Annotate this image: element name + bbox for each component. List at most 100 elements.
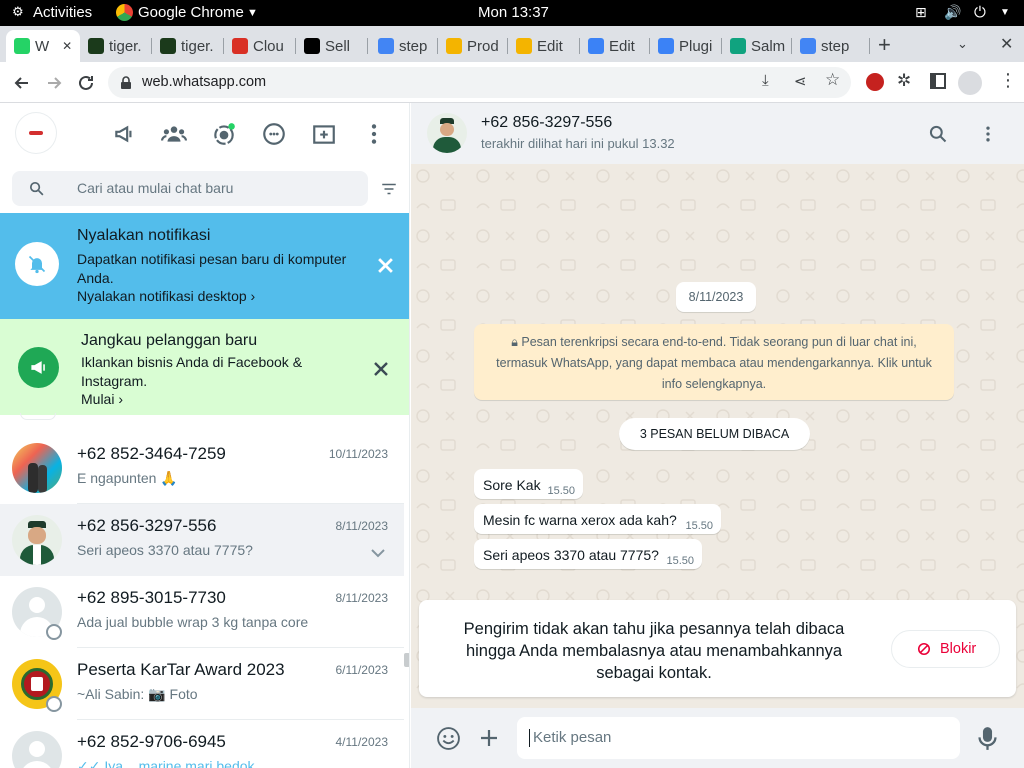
forward-icon[interactable] (44, 73, 64, 93)
close-icon[interactable] (373, 361, 389, 377)
promo-banner[interactable]: Jangkau pelanggan baru Iklankan bisnis A… (0, 319, 409, 415)
activities-icon[interactable]: ⚙ (12, 4, 24, 20)
block-button[interactable]: Blokir (891, 630, 1000, 668)
install-app-icon[interactable]: ⤓ (762, 72, 769, 89)
chrome-menu-icon[interactable]: ⋮ (999, 70, 1017, 91)
emoji-icon[interactable] (436, 726, 461, 751)
message-bubble[interactable]: Mesin fc warna xerox ada kah? 15.50 (474, 504, 721, 534)
chat-preview: E ngapunten 🙏 (77, 470, 178, 486)
volume-icon[interactable]: 🔊 (944, 4, 961, 21)
favicon-icon (800, 38, 816, 54)
app-menu[interactable]: Google Chrome (138, 4, 244, 21)
address-bar[interactable]: web.whatsapp.com ⤓ ⋖ ☆ (108, 67, 851, 98)
tab[interactable]: Salm (730, 33, 792, 59)
tab-search-icon[interactable]: ⌄ (957, 36, 968, 52)
url-text[interactable]: web.whatsapp.com (142, 74, 266, 90)
search-input[interactable]: Cari atau mulai chat baru (12, 171, 368, 206)
encryption-notice[interactable]: 🔒︎ Pesan terenkripsi secara end-to-end. … (474, 324, 954, 400)
message-bubble[interactable]: Sore Kak 15.50 (474, 469, 583, 499)
list-item[interactable]: +62 895-3015-7730 8/11/2023 Ada jual bub… (0, 576, 404, 648)
tab[interactable]: tiger. (160, 33, 224, 59)
list-item[interactable]: +62 856-3297-556 8/11/2023 Seri apeos 33… (0, 504, 404, 576)
text-cursor (529, 729, 530, 747)
avatar[interactable] (16, 113, 56, 153)
close-icon[interactable] (377, 257, 394, 274)
list-item[interactable]: +62 852-3464-7259 10/11/2023 E ngapunten… (0, 432, 404, 504)
bookmark-star-icon[interactable]: ☆ (825, 70, 840, 90)
block-icon (917, 642, 931, 656)
tab-separator (649, 38, 650, 54)
communities-icon[interactable] (161, 121, 187, 147)
menu-icon[interactable] (361, 121, 387, 147)
conversation-header[interactable]: +62 856-3297-556 terakhir dilihat hari i… (411, 103, 1024, 164)
network-icon[interactable]: ⊞ (915, 4, 927, 21)
notification-link-text[interactable]: Nyalakan notifikasi desktop (77, 288, 247, 304)
power-icon[interactable]: ⏻ (974, 4, 986, 21)
promo-link[interactable]: Mulai › (81, 391, 123, 407)
profile-avatar-icon[interactable] (958, 71, 982, 95)
chevron-down-icon[interactable] (370, 548, 386, 558)
tab-separator (151, 38, 152, 54)
chevron-down-icon[interactable]: ▼ (1000, 7, 1010, 18)
clock[interactable]: Mon 13:37 (478, 4, 549, 21)
chevron-right-icon: › (250, 288, 256, 304)
status-icon[interactable] (211, 121, 237, 147)
menu-icon[interactable] (978, 123, 998, 145)
favicon-icon (304, 38, 320, 54)
list-item[interactable]: +62 852-9706-6945 4/11/2023 ✓✓ Iya... ma… (0, 720, 404, 768)
contact-name[interactable]: +62 856-3297-556 (481, 114, 612, 132)
sidebar-header (0, 103, 409, 164)
back-icon[interactable] (12, 73, 32, 93)
tab-label: Prod (467, 37, 499, 55)
megaphone-icon[interactable] (112, 121, 138, 147)
reload-icon[interactable] (76, 73, 96, 93)
side-panel-icon[interactable] (930, 73, 946, 89)
tab[interactable]: W ✕ (14, 33, 80, 59)
chat-date: 8/11/2023 (335, 591, 389, 605)
tab[interactable]: Plugi (658, 33, 722, 59)
tab[interactable]: Edit (516, 33, 580, 59)
favicon-icon (232, 38, 248, 54)
lock-icon[interactable] (120, 76, 132, 89)
tab-close-icon[interactable]: ✕ (62, 39, 72, 53)
tab[interactable]: tiger. (88, 33, 152, 59)
promo-link-text[interactable]: Mulai (81, 391, 114, 407)
chat-date: 6/11/2023 (335, 663, 389, 677)
tab[interactable]: step (378, 33, 438, 59)
chrome-icon (116, 4, 133, 21)
mic-icon[interactable] (978, 726, 997, 751)
channels-icon[interactable] (261, 121, 287, 147)
new-chat-icon[interactable] (311, 121, 337, 147)
filter-icon[interactable] (380, 180, 398, 198)
tab-label: tiger. (181, 37, 214, 55)
search-icon[interactable] (928, 124, 948, 144)
tab-separator (579, 38, 580, 54)
window-close-icon[interactable]: ✕ (1000, 34, 1013, 54)
notification-link[interactable]: Nyalakan notifikasi desktop › (77, 288, 255, 304)
avatar[interactable] (427, 113, 467, 153)
extension-seo-icon[interactable] (866, 73, 884, 91)
bell-off-icon (15, 242, 59, 286)
scrollbar-thumb[interactable] (404, 653, 409, 667)
tab[interactable]: Prod (446, 33, 508, 59)
tab[interactable]: Sell (304, 33, 368, 59)
tab[interactable]: Edit (588, 33, 650, 59)
activities-button[interactable]: Activities (33, 4, 92, 21)
search-placeholder: Cari atau mulai chat baru (77, 180, 234, 196)
notification-banner[interactable]: Nyalakan notifikasi Dapatkan notifikasi … (0, 213, 409, 319)
share-icon[interactable]: ⋖ (794, 72, 807, 90)
notification-body: Dapatkan notifikasi pesan baru di komput… (77, 251, 347, 286)
search-icon[interactable] (28, 180, 45, 197)
message-bubble[interactable]: Seri apeos 3370 atau 7775? 15.50 (474, 539, 702, 569)
chat-name: +62 852-3464-7259 (77, 444, 226, 463)
extensions-puzzle-icon[interactable]: ✲ (897, 71, 911, 91)
unread-chip: 3 PESAN BELUM DIBACA (619, 418, 810, 450)
new-tab-icon[interactable]: + (878, 32, 891, 58)
tab[interactable]: step (800, 33, 870, 59)
list-item[interactable]: Peserta KarTar Award 2023 6/11/2023 ~Ali… (0, 648, 404, 720)
tab[interactable]: Clou (232, 33, 296, 59)
favicon-icon (378, 38, 394, 54)
chevron-down-icon[interactable]: ▼ (247, 7, 258, 19)
plus-icon[interactable] (479, 728, 499, 748)
message-input[interactable]: Ketik pesan (517, 717, 960, 759)
